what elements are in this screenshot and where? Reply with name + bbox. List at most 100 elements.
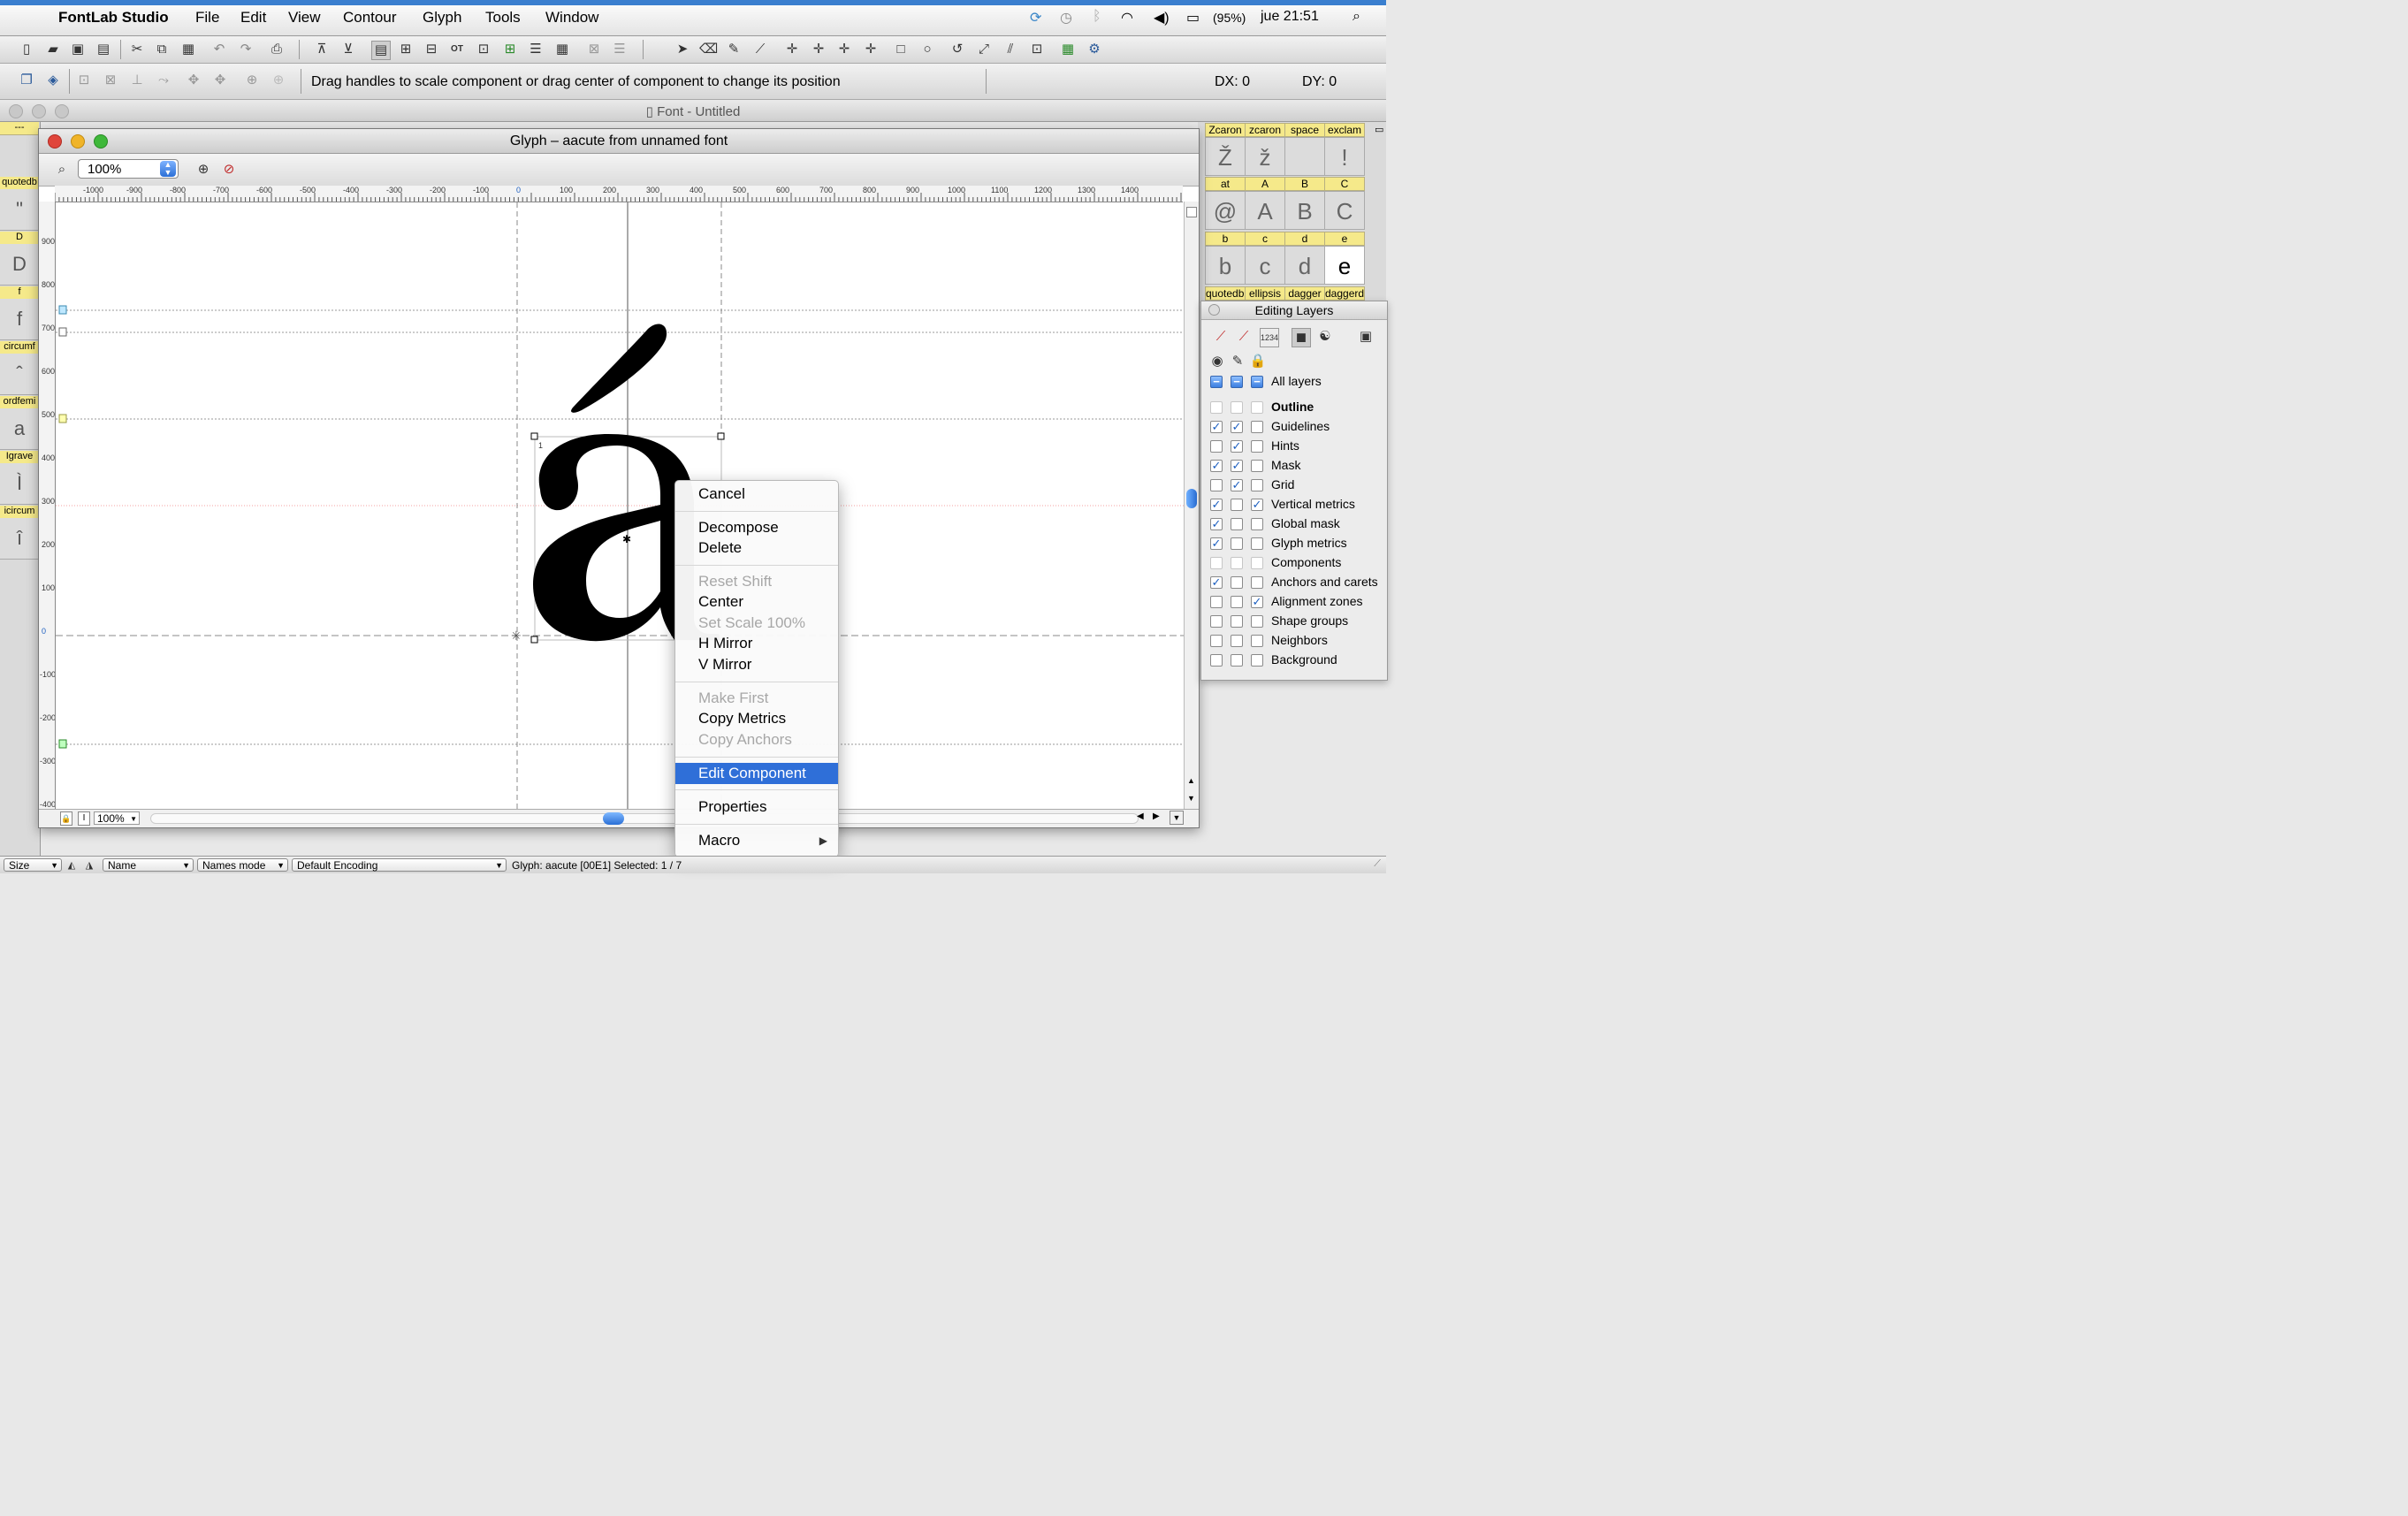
panel-icon[interactable]: ☰ [611,41,629,58]
layer-row[interactable]: ✓ Alignment zones [1208,593,1385,613]
transform-tool-icon[interactable]: ⊡ [1028,41,1046,58]
names-mode-select[interactable]: Names mode ▼ [197,858,288,872]
spotlight-search-icon[interactable]: ⌕ [1353,9,1360,25]
layer-row[interactable]: Neighbors [1208,632,1385,651]
layer-edit-checkbox[interactable] [1231,401,1243,414]
layer-visible-checkbox[interactable]: ✓ [1210,518,1223,530]
menu-item-decompose[interactable]: Decompose [675,518,838,537]
layer-row[interactable]: Background [1208,651,1385,671]
layer-visible-checkbox[interactable] [1210,440,1223,453]
layers-palette-icon[interactable]: ▦ [1059,41,1077,58]
layer-visible-checkbox[interactable] [1210,615,1223,628]
mm-icon[interactable]: ⊠ [585,41,603,58]
font-icon-b[interactable]: ◮ [83,857,95,874]
layer-visible-checkbox[interactable]: ✓ [1210,499,1223,511]
glyph-cell-label[interactable]: c [1245,232,1285,246]
glyph-cell-label[interactable]: C [1324,177,1365,191]
opentype-icon[interactable]: OT [448,41,466,58]
layer-row[interactable]: ✓ Glyph metrics [1208,535,1385,554]
layer-visible-checkbox[interactable] [1210,596,1223,608]
rectangle-tool-icon[interactable]: □ [892,41,910,58]
glyph-cell[interactable]: ž [1245,137,1285,176]
status-zoom-select[interactable]: 100% ▼ [94,811,140,825]
menu-file[interactable]: File [195,9,219,27]
layer-edit-checkbox[interactable] [1231,557,1243,569]
layer-lock-checkbox[interactable] [1251,537,1263,550]
glyph-cell-label[interactable]: Zcaron [1205,123,1246,137]
wifi-icon[interactable]: ◠ [1121,9,1133,27]
layer-lock-checkbox[interactable] [1251,440,1263,453]
layer-visible-checkbox[interactable]: ✓ [1210,537,1223,550]
glyph-cell-label[interactable]: B [1284,177,1325,191]
menu-edit[interactable]: Edit [240,9,266,27]
layer-lock-checkbox[interactable] [1251,615,1263,628]
glyph-cell-label[interactable]: b [1205,232,1246,246]
menu-view[interactable]: View [288,9,321,27]
glyph-cell-selected[interactable]: e [1324,246,1365,285]
layer-edit-checkbox[interactable] [1231,537,1243,550]
zoom-in-icon[interactable]: ⊕ [194,161,212,179]
scroll-right-icon[interactable]: ▶ [1153,811,1160,821]
glyph-cell[interactable]: C [1324,191,1365,230]
align-nodes-icon[interactable]: ⊥ [128,72,146,89]
glyph-cell-label[interactable]: e [1324,232,1365,246]
glyph-cell[interactable]: b [1205,246,1246,285]
layer-row[interactable]: ✓ Anchors and carets [1208,574,1385,593]
numbers-layer-icon[interactable]: 1234 [1260,328,1279,347]
layer-row[interactable]: Outline [1208,399,1385,418]
redo-icon[interactable]: ↷ [237,41,255,58]
glyph-cell[interactable]: B [1284,191,1325,230]
glyph-cell-label[interactable]: d [1284,232,1325,246]
scale-handle[interactable] [530,636,538,644]
scroll-down-icon[interactable]: ▼ [1187,794,1195,803]
open-folder-icon[interactable]: ▰ [44,41,62,58]
encoding-select[interactable]: Default Encoding ▼ [292,858,507,872]
menu-item-delete[interactable]: Delete [675,538,838,558]
menu-window[interactable]: Window [545,9,598,27]
menu-tools[interactable]: Tools [485,9,521,27]
vertical-scrollbar[interactable]: ▲ ▼ [1184,202,1199,810]
glyph-cell-label[interactable]: quotedbl [1205,286,1246,301]
glyph-cell[interactable]: " [0,189,39,231]
font-window-icon[interactable]: ▤ [371,41,391,60]
all-lock-toggle[interactable]: − [1251,376,1263,388]
scroll-up-icon[interactable]: ▲ [1187,776,1195,785]
add-component-icon[interactable]: ⊕ [243,72,261,89]
menu-glyph[interactable]: Glyph [423,9,461,27]
tangent-node-icon[interactable]: ✛ [862,41,880,58]
glyph-cell-label[interactable]: f [0,286,39,300]
glyph-cell-label[interactable]: --- [0,122,39,135]
scale-handle[interactable] [530,432,538,440]
glyph-cell-label[interactable]: space [1284,123,1325,137]
glyph-cell-label[interactable]: ordfemi [0,396,39,409]
menu-item-v-mirror[interactable]: V Mirror [675,655,838,674]
menu-item-h-mirror[interactable]: H Mirror [675,634,838,653]
zoom-fit-icon[interactable]: ⊘ [220,161,238,179]
layer-visible-checkbox[interactable]: ✓ [1210,460,1223,472]
glyph-cell-label[interactable]: quotedb [0,177,39,190]
glyph-table-icon[interactable]: ⊞ [501,41,519,58]
menu-item-macro[interactable]: Macro ▶ [675,831,838,850]
menu-contour[interactable]: Contour [343,9,396,27]
menu-item-center[interactable]: Center [675,592,838,612]
layer-lock-checkbox[interactable]: ✓ [1251,596,1263,608]
layer-row[interactable]: Components [1208,554,1385,574]
scroll-corner-icon[interactable] [1186,207,1197,217]
menu-item-cancel[interactable]: Cancel [675,484,838,504]
glyph-cell[interactable]: A [1245,191,1285,230]
layer-row[interactable]: ✓ ✓ Vertical metrics [1208,496,1385,515]
undo-icon[interactable]: ↶ [210,41,228,58]
resize-grip-icon[interactable]: ⟋ [1374,858,1381,870]
glyph-cell[interactable]: ! [1324,137,1365,176]
glyph-cell[interactable]: c [1245,246,1285,285]
layer-row[interactable]: ✓ ✓ Mask [1208,457,1385,476]
select-nodes-icon[interactable]: ⊠ [102,72,119,89]
save-icon[interactable]: ▣ [69,41,87,58]
glyph-cell-label[interactable]: at [1205,177,1246,191]
glyph-cell-label[interactable]: daggerdbl [1324,286,1365,301]
glyph-canvas[interactable]: 1 ✱ ✳ [56,202,1184,810]
glyph-cell[interactable]: Ì [0,463,39,505]
move-center-icon[interactable]: ✥ [211,72,229,89]
add-node-icon[interactable]: ✛ [783,41,801,58]
glyph-cell[interactable]: D [0,244,39,286]
